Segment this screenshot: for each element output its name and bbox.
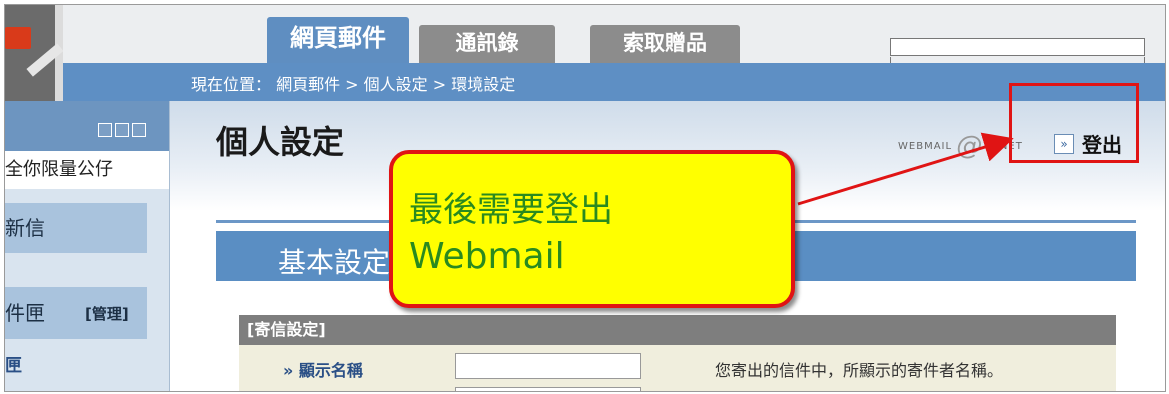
callout-text: Webmail (409, 236, 565, 277)
annotation-callout: 最後需要登出 Webmail (389, 150, 795, 308)
callout-text: 最後需要登出 (409, 190, 613, 230)
